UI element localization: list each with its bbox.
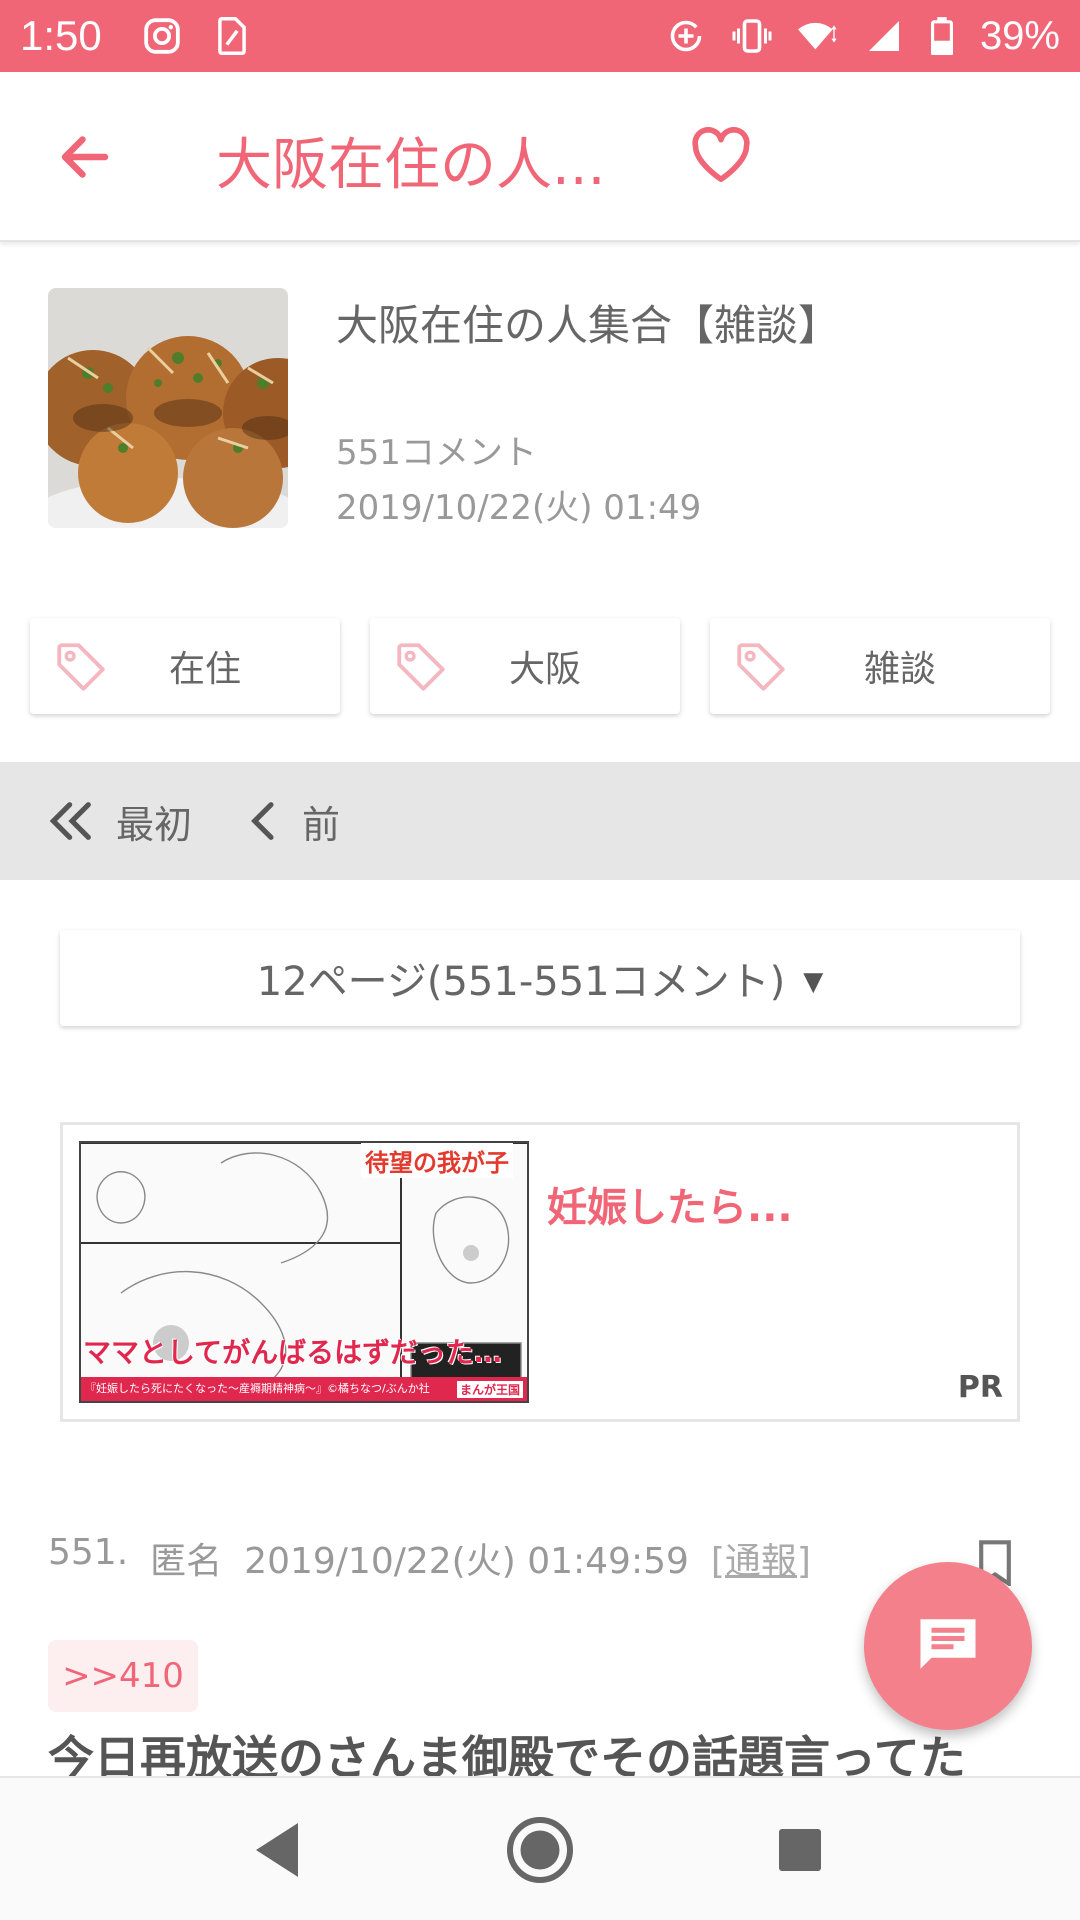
dropdown-arrow-icon: ▼ <box>803 967 824 997</box>
comment-author: 匿名 <box>150 1541 223 1582</box>
vibrate-icon <box>732 16 772 56</box>
compose-comment-button[interactable] <box>864 1562 1032 1730</box>
system-nav-bar <box>0 1776 1080 1920</box>
tag-icon <box>732 638 790 696</box>
heart-icon[interactable] <box>690 127 752 183</box>
thread-date: 2019/10/22(火) 01:49 <box>336 488 702 528</box>
app-bar: 大阪在住の人... <box>0 72 1080 242</box>
ad-pr-badge: PR <box>957 1370 1003 1405</box>
report-link[interactable]: [通報] <box>711 1532 811 1584</box>
tag-button[interactable]: 大阪 <box>370 618 680 714</box>
tag-button[interactable]: 雑談 <box>710 618 1050 714</box>
chevron-left-icon <box>236 793 292 849</box>
tag-button[interactable]: 在住 <box>30 618 340 714</box>
comment-icon <box>915 1611 981 1681</box>
battery-percent: 39% <box>979 13 1060 58</box>
double-chevron-left-icon <box>44 793 100 849</box>
ad-image-brand: まんが王国 <box>456 1381 523 1398</box>
ad-image-caption: 待望の我が子 <box>361 1143 513 1178</box>
pager-bar: 最初 前 <box>0 762 1080 880</box>
status-time: 1:50 <box>20 12 102 59</box>
nav-back-icon[interactable] <box>244 1814 316 1886</box>
first-page-label: 最初 <box>116 802 193 847</box>
nav-recents-icon[interactable] <box>764 1814 836 1886</box>
comment-datetime: 2019/10/22(火) 01:49:59 <box>244 1541 689 1582</box>
comment-meta: 551. 匿名 2019/10/22(火) 01:49:59 [通報] <box>48 1532 811 1584</box>
wifi-icon <box>797 16 838 56</box>
data-saver-icon <box>666 16 706 56</box>
sim-card-icon <box>212 16 252 56</box>
back-arrow-icon[interactable] <box>55 127 115 187</box>
page-select-value: 12ページ(551-551コメント) <box>256 959 786 1005</box>
comment-number: 551. <box>48 1532 129 1573</box>
tag-icon <box>392 638 450 696</box>
prev-page-label: 前 <box>302 802 341 847</box>
instagram-icon <box>142 16 182 56</box>
prev-page-button[interactable]: 前 <box>236 793 340 849</box>
battery-icon <box>930 16 954 56</box>
first-page-button[interactable]: 最初 <box>44 793 192 849</box>
ad-banner[interactable]: 待望の我が子 ママとしてがんばるはずだった… 『妊娠したら死にたくなった〜産褥期… <box>60 1122 1020 1422</box>
reply-anchor-link[interactable]: >>410 <box>48 1640 198 1712</box>
ad-title: 妊娠したら... <box>547 1185 793 1231</box>
thread-thumbnail <box>48 288 288 528</box>
thread-title: 大阪在住の人集合【雑談】 <box>336 301 841 350</box>
signal-icon <box>864 16 904 56</box>
tag-icon <box>52 638 110 696</box>
page-title: 大阪在住の人... <box>216 133 606 198</box>
page-select[interactable]: 12ページ(551-551コメント) ▼ <box>60 930 1020 1026</box>
status-bar: 1:50 39% <box>0 0 1080 72</box>
ad-image: 待望の我が子 ママとしてがんばるはずだった… 『妊娠したら死にたくなった〜産褥期… <box>79 1141 529 1403</box>
nav-home-icon[interactable] <box>504 1814 576 1886</box>
comment-count: 551コメント <box>336 433 537 473</box>
ad-image-headline: ママとしてがんばるはずだった… <box>83 1336 502 1369</box>
